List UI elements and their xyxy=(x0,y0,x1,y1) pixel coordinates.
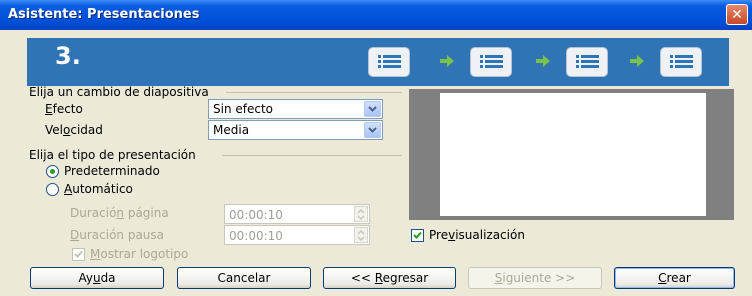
radio-selected-dot xyxy=(50,169,55,174)
radio-automatic-label[interactable]: Automático xyxy=(64,182,133,196)
help-button[interactable]: Ayuda xyxy=(30,267,164,289)
effect-value: Sin efecto xyxy=(213,102,274,116)
radio-default-label[interactable]: Predeterminado xyxy=(64,164,160,178)
effect-label: Efecto xyxy=(45,102,83,116)
checkmark-icon xyxy=(74,250,83,258)
cancel-button[interactable]: Cancelar xyxy=(177,267,311,289)
preview-pane xyxy=(409,89,734,220)
page-duration-spinner[interactable]: 00:00:10 xyxy=(224,204,370,224)
show-logo-checkbox[interactable] xyxy=(72,248,85,261)
chevron-down-icon[interactable] xyxy=(364,101,381,117)
window-title: Asistente: Presentaciones xyxy=(8,7,200,22)
speed-select[interactable]: Media xyxy=(208,120,383,140)
show-logo-label: Mostrar logotipo xyxy=(90,247,189,261)
right-arrow-icon xyxy=(630,55,644,67)
title-bar: Asistente: Presentaciones ✕ xyxy=(0,0,752,30)
page-duration-label: Duración página xyxy=(70,206,169,220)
create-button[interactable]: Crear xyxy=(614,267,735,289)
checkmark-icon xyxy=(413,231,422,239)
preview-checkbox-label[interactable]: Previsualización xyxy=(429,228,525,242)
radio-default[interactable] xyxy=(46,165,59,178)
right-arrow-icon xyxy=(536,55,550,67)
list-icon xyxy=(566,47,608,77)
list-icon xyxy=(368,47,410,77)
chevron-down-icon[interactable] xyxy=(364,122,381,138)
pause-duration-value: 00:00:10 xyxy=(229,229,283,243)
radio-automatic[interactable] xyxy=(46,183,59,196)
page-duration-value: 00:00:10 xyxy=(229,208,283,222)
effect-select[interactable]: Sin efecto xyxy=(208,99,383,119)
right-arrow-icon xyxy=(440,55,454,67)
pause-duration-label: Duración pausa xyxy=(70,228,165,242)
back-button[interactable]: << Regresar xyxy=(323,267,456,289)
next-button[interactable]: Siguiente >> xyxy=(468,267,602,289)
spin-arrows-icon[interactable] xyxy=(354,227,368,243)
preview-checkbox[interactable] xyxy=(411,229,424,242)
presentation-section-label: Elija el tipo de presentación xyxy=(29,148,196,162)
section-separator xyxy=(226,92,402,93)
spin-arrows-icon[interactable] xyxy=(354,206,368,222)
list-icon xyxy=(470,47,512,77)
close-icon: ✕ xyxy=(731,7,743,23)
speed-value: Media xyxy=(213,123,250,137)
speed-label: Velocidad xyxy=(45,123,103,137)
section-separator xyxy=(222,155,402,156)
list-icon xyxy=(660,47,702,77)
transition-section-label: Elija un cambio de diapositiva xyxy=(29,85,209,99)
close-button[interactable]: ✕ xyxy=(726,4,748,25)
step-number: 3. xyxy=(55,42,81,70)
preview-slide xyxy=(440,93,706,216)
pause-duration-spinner[interactable]: 00:00:10 xyxy=(224,225,370,245)
